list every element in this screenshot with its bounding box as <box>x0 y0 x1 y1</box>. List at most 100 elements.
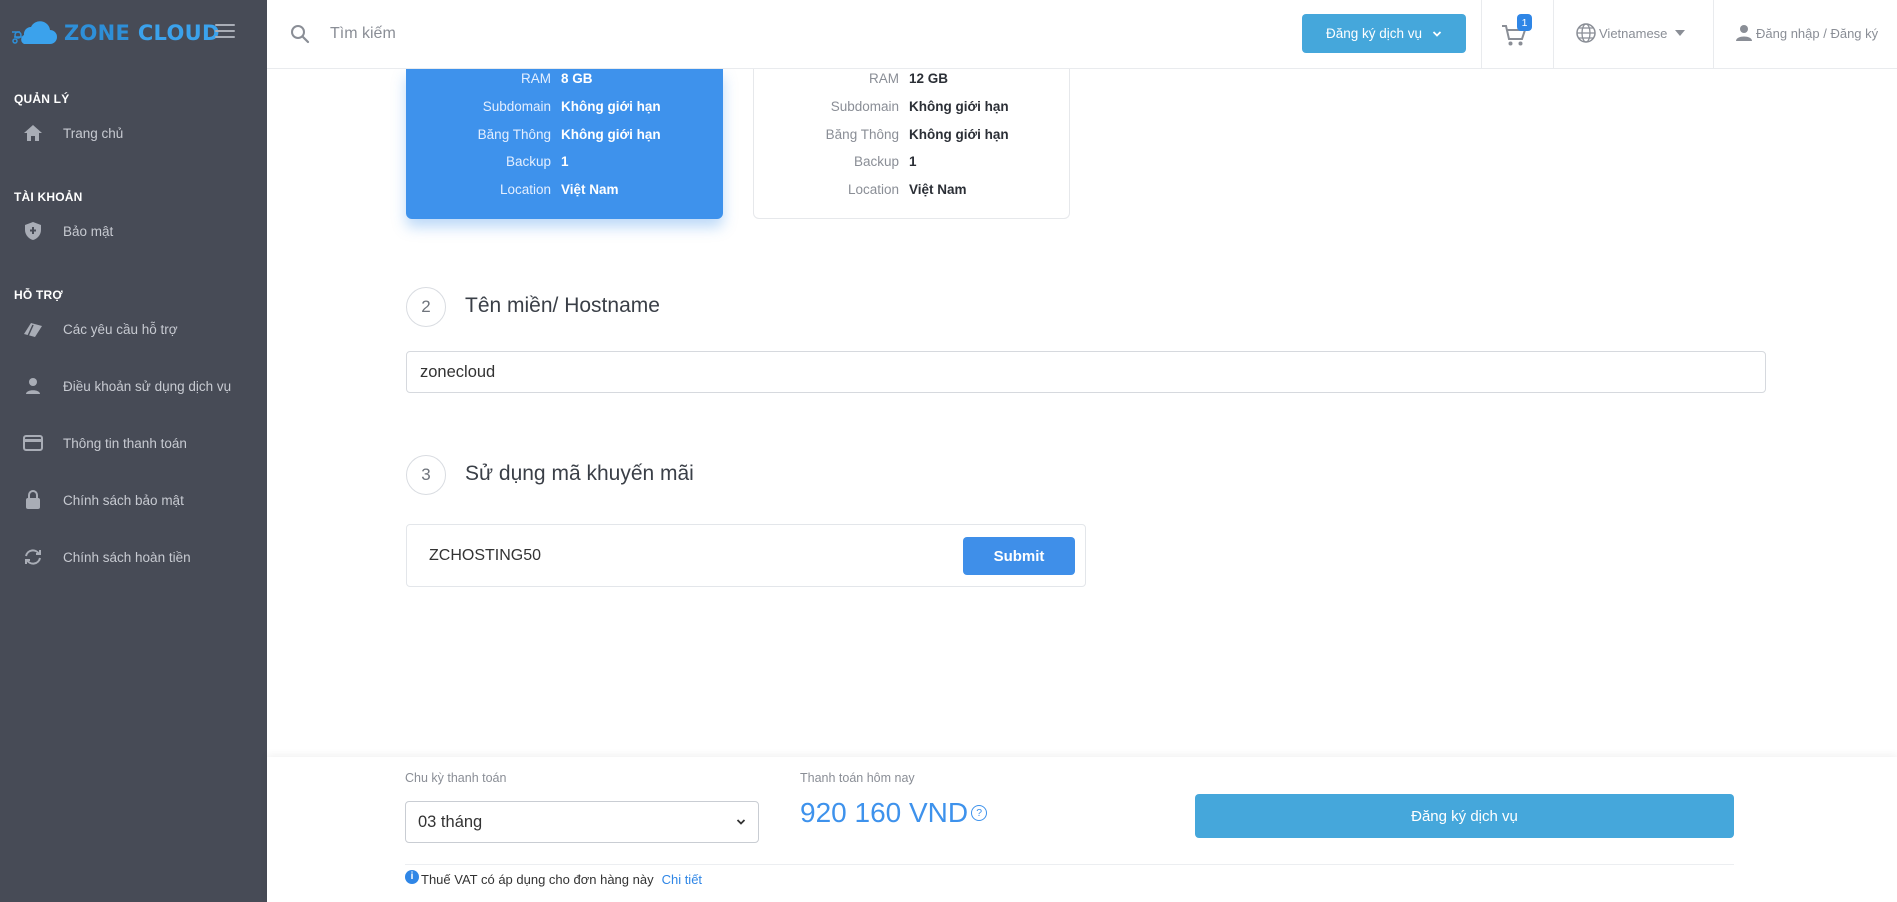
register-service-label: Đăng ký dịch vụ <box>1325 26 1423 41</box>
hostname-input[interactable] <box>406 351 1766 393</box>
language-selector[interactable]: Vietnamese <box>1575 22 1686 44</box>
header-divider <box>1481 0 1482 69</box>
spec-row-backup: Backup 1 <box>406 152 723 170</box>
step-number-2: 2 <box>406 287 446 327</box>
spec-value: Không giới hạn <box>561 126 661 142</box>
user-icon <box>1736 25 1752 41</box>
sidebar-item-label: Điều khoản sử dụng dịch vụ <box>63 378 232 394</box>
sidebar-item-label: Bảo mật <box>63 223 114 239</box>
header-divider <box>1553 0 1554 69</box>
spec-row-ram: RAM 12 GB <box>754 69 1071 87</box>
step-title-promo: Sử dụng mã khuyến mãi <box>465 462 694 485</box>
logo[interactable]: ZONE CLOUD <box>10 18 220 48</box>
billing-cycle-select[interactable]: 03 tháng <box>405 801 759 843</box>
spec-key: RAM <box>869 70 899 86</box>
spec-row-subdomain: Subdomain Không giới hạn <box>754 97 1071 115</box>
spec-key: Location <box>499 181 551 197</box>
checkout-footer: Chu kỳ thanh toán 03 tháng Thanh toán hô… <box>267 757 1897 902</box>
spec-row-bandwidth: Băng Thông Không giới hạn <box>406 125 723 143</box>
spec-row-location: Location Việt Nam <box>754 180 1071 198</box>
spec-value: Không giới hạn <box>909 98 1009 114</box>
cloud-logo-icon <box>12 21 57 44</box>
plan-card-selected[interactable]: RAM 8 GB Subdomain Không giới hạn Băng Thô… <box>406 69 723 219</box>
spec-key: Băng Thông <box>825 126 899 142</box>
chevron-down-icon <box>1432 30 1442 37</box>
pay-today-label: Thanh toán hôm nay <box>800 771 915 785</box>
shield-icon <box>22 220 44 242</box>
home-icon <box>22 122 44 144</box>
sidebar-item-label: Chính sách hoàn tiền <box>63 549 191 565</box>
search-input[interactable] <box>330 20 730 48</box>
chevron-down-icon <box>736 819 746 825</box>
sidebar-item-refund-policy[interactable]: Chính sách hoàn tiền <box>0 537 267 577</box>
search-icon[interactable] <box>290 24 310 44</box>
spec-key: Backup <box>505 153 551 169</box>
info-icon: i <box>405 869 419 884</box>
spec-key: Subdomain <box>830 98 899 114</box>
sidebar-item-security[interactable]: Bảo mật <box>0 211 267 251</box>
spec-row-bandwidth: Băng Thông Không giới hạn <box>754 125 1071 143</box>
tickets-icon <box>22 318 44 340</box>
billing-cycle-label: Chu kỳ thanh toán <box>405 771 507 785</box>
lock-icon <box>22 489 44 511</box>
section-title-account: TÀI KHOẢN <box>14 190 83 204</box>
section-title-manage: QUẢN LÝ <box>14 92 70 106</box>
refresh-icon <box>22 546 44 568</box>
plan-card[interactable]: RAM 12 GB Subdomain Không giới hạn Băng Th… <box>753 69 1070 219</box>
vat-details-link[interactable]: Chi tiết <box>662 872 702 887</box>
register-service-button[interactable]: Đăng ký dịch vụ <box>1195 794 1734 838</box>
logo-text: ZONE CLOUD <box>64 21 220 45</box>
step-title-hostname: Tên miền/ Hostname <box>465 294 660 317</box>
step-number-3: 3 <box>406 455 446 495</box>
sidebar-item-label: Thông tin thanh toán <box>63 435 187 451</box>
promo-code-box: Submit <box>406 524 1086 587</box>
spec-key: RAM <box>521 70 551 86</box>
help-icon[interactable]: ? <box>971 805 988 821</box>
billing-cycle-value: 03 tháng <box>418 812 483 831</box>
spec-key: Backup <box>853 153 899 169</box>
spec-value: Không giới hạn <box>909 126 1009 142</box>
spec-key: Băng Thông <box>477 126 551 142</box>
header-divider <box>1713 0 1714 69</box>
sidebar-item-home[interactable]: Trang chủ <box>0 113 267 153</box>
spec-value: Việt Nam <box>909 181 967 197</box>
sidebar-item-label: Chính sách bảo mật <box>63 492 184 508</box>
login-register-link[interactable]: Đăng nhập / Đăng ký <box>1735 22 1878 44</box>
sidebar-item-support-requests[interactable]: Các yêu cầu hỗ trợ <box>0 309 267 349</box>
cart-count-badge: 1 <box>1517 14 1532 31</box>
sidebar-item-privacy-policy[interactable]: Chính sách bảo mật <box>0 480 267 520</box>
spec-row-ram: RAM 8 GB <box>406 69 723 87</box>
sidebar-item-label: Các yêu cầu hỗ trợ <box>63 321 178 337</box>
promo-code-input[interactable] <box>429 543 929 569</box>
spec-key: Subdomain <box>482 98 551 114</box>
spec-row-backup: Backup 1 <box>754 152 1071 170</box>
login-label: Đăng nhập / Đăng ký <box>1756 25 1879 41</box>
promo-submit-button[interactable]: Submit <box>963 537 1075 575</box>
caret-down-icon <box>1675 30 1686 36</box>
vat-notice: i Thuế VAT có áp dụng cho đơn hàng này C… <box>405 869 702 887</box>
top-header: Đăng ký dịch vụ 1 Vietnamese Đăng nhập /… <box>267 0 1897 69</box>
sidebar-item-terms[interactable]: Điều khoản sử dụng dịch vụ <box>0 366 267 406</box>
spec-value: Việt Nam <box>561 181 619 197</box>
spec-value: 1 <box>561 153 569 169</box>
spec-value: Không giới hạn <box>561 98 661 114</box>
section-title-support: HỖ TRỢ <box>14 288 63 302</box>
spec-value: 1 <box>909 153 917 169</box>
language-label: Vietnamese <box>1599 25 1668 41</box>
spec-key: Location <box>847 181 899 197</box>
spec-row-location: Location Việt Nam <box>406 180 723 198</box>
credit-card-icon <box>22 432 44 454</box>
spec-row-subdomain: Subdomain Không giới hạn <box>406 97 723 115</box>
spec-value: 12 GB <box>909 70 949 86</box>
spec-value: 8 GB <box>561 70 593 86</box>
person-icon <box>22 375 44 397</box>
register-service-dropdown-button[interactable]: Đăng ký dịch vụ <box>1302 14 1466 53</box>
sidebar-item-label: Trang chủ <box>63 125 124 141</box>
amount-value: 920 160 VND <box>800 797 969 828</box>
pay-today-amount: 920 160 VND ? <box>800 797 988 829</box>
sidebar: ZONE CLOUD QUẢN LÝ Trang chủ TÀI KHOẢN B… <box>0 0 267 902</box>
vat-text: Thuế VAT có áp dụng cho đơn hàng này <box>421 872 654 887</box>
sidebar-item-billing[interactable]: Thông tin thanh toán <box>0 423 267 463</box>
globe-icon <box>1576 23 1596 43</box>
menu-toggle-icon[interactable] <box>215 24 235 40</box>
